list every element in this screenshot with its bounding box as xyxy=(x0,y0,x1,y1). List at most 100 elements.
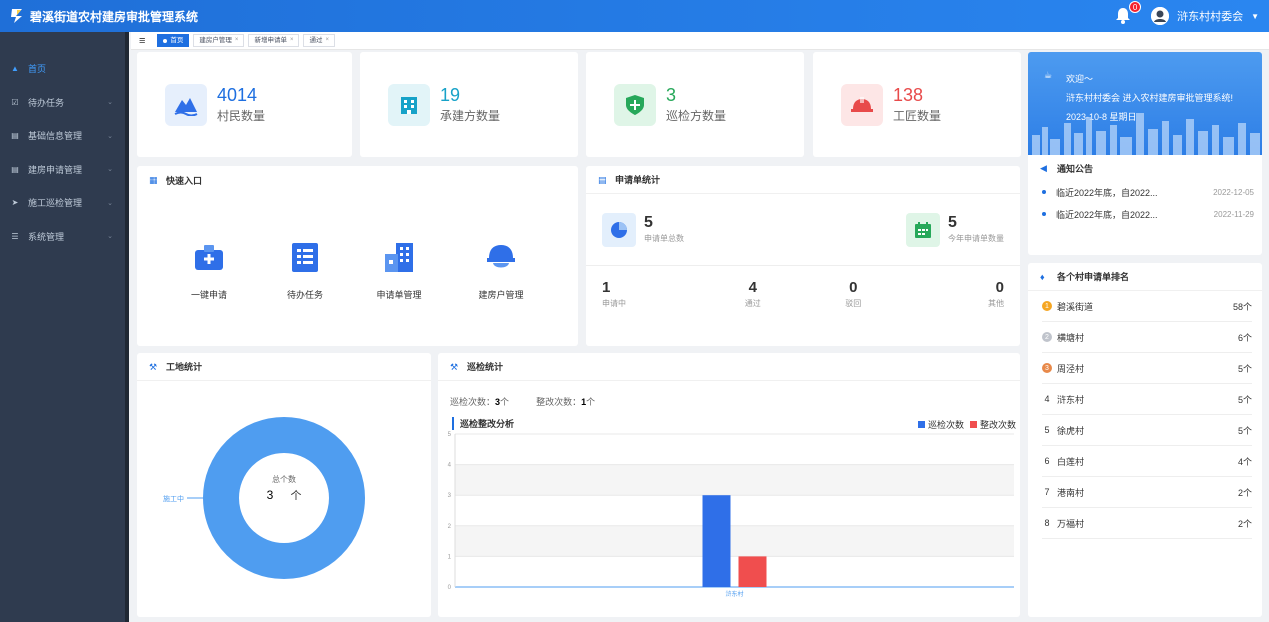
notification-bell[interactable]: 0 xyxy=(1115,1,1142,25)
quick-households-button[interactable]: 建房户管理 xyxy=(461,240,541,301)
tab-households[interactable]: 建房户管理 × xyxy=(193,34,245,47)
sidebar-item-basic-info[interactable]: ▤ 基础信息管理 ⌄ xyxy=(0,119,129,153)
card-title-text: 快速入口 xyxy=(166,175,203,186)
status-value: 1 xyxy=(602,279,611,296)
sidebar-item-applications[interactable]: ▤ 建房申请管理 ⌄ xyxy=(0,153,129,187)
card-title: ▦ 快速入口 xyxy=(137,166,578,194)
user-avatar[interactable] xyxy=(1151,7,1170,25)
rank-count: 58个 xyxy=(1232,301,1252,312)
x-tick-label: 浒东村 xyxy=(725,590,743,598)
close-icon[interactable]: × xyxy=(325,35,329,46)
rank-count: 2个 xyxy=(1237,518,1252,529)
application-stats-card: ▤ 申请单统计 5 申请单总数 5 今年申请单数量 1 申请中 4 通过 0 驳… xyxy=(586,166,1020,346)
list-icon xyxy=(292,243,318,272)
menu-toggle-icon[interactable]: ≡ xyxy=(139,35,145,47)
donut-center-label: 总个数 xyxy=(272,474,296,484)
tab-approved[interactable]: 通过 × xyxy=(303,34,335,47)
tab-new-application[interactable]: 新增申请单 × xyxy=(248,34,300,47)
bullet-icon xyxy=(1042,190,1046,194)
status-other: 0 其他 xyxy=(904,280,1004,309)
status-rejected: 0 驳回 xyxy=(803,280,904,309)
ranking-row: 7 港南村 2个 xyxy=(1042,477,1252,508)
avatar-icon xyxy=(1151,7,1170,25)
status-value: 4 xyxy=(748,279,757,296)
quick-label: 一键申请 xyxy=(190,290,227,300)
close-icon[interactable]: × xyxy=(235,35,239,46)
close-icon[interactable]: × xyxy=(290,35,294,46)
grid-band xyxy=(455,464,1014,496)
shield-icon xyxy=(614,83,656,126)
donut-slice-label: 施工中 xyxy=(163,494,184,503)
user-dropdown-icon[interactable]: ▼ xyxy=(1251,12,1259,21)
quick-tasks-button[interactable]: 待办任务 xyxy=(265,240,345,301)
doc-icon: ▤ xyxy=(11,164,19,174)
total-value: 5 xyxy=(644,214,653,231)
notice-text[interactable]: 临近2022年底，自2022... xyxy=(1056,186,1158,199)
rank-number: 6 xyxy=(1044,456,1050,466)
stat-value: 4014 xyxy=(217,85,258,105)
ranking-row: 6 白莲村 4个 xyxy=(1042,446,1252,477)
welcome-greeting: 欢迎～ xyxy=(1066,74,1094,84)
status-value: 0 xyxy=(849,279,858,296)
chevron-down-icon: ⌄ xyxy=(107,132,113,140)
sidebar: ▲ 首页 ☑ 待办任务 ⌄ ▤ 基础信息管理 ⌄ ▤ 建房申请管理 ⌄ ➤ 施工… xyxy=(0,32,129,622)
notice-card: ◀ 通知公告 临近2022年底，自2022... 2022-12-05 临近20… xyxy=(1028,155,1262,255)
sidebar-item-inspection[interactable]: ➤ 施工巡检管理 ⌄ xyxy=(0,186,129,220)
y-tick-label: 4 xyxy=(448,463,452,469)
patrol-bar-chart: 0 1 2 3 4 5 浒东村 xyxy=(448,432,1014,598)
tab-home[interactable]: 首页 xyxy=(157,34,190,47)
stat-value: 3 xyxy=(666,85,677,105)
notice-date: 2022-11-29 xyxy=(1213,209,1254,219)
quick-entry-card: ▦ 快速入口 一键申请 待办任务 申请单管理 建房户管理 xyxy=(137,166,578,346)
ranking-row: 5 徐虎村 5个 xyxy=(1042,415,1252,446)
sidebar-scrollbar[interactable] xyxy=(125,32,129,622)
rank-count: 5个 xyxy=(1237,394,1252,405)
notice-item[interactable]: 临近2022年底，自2022... 2022-12-05 xyxy=(1028,181,1262,203)
sidebar-item-label: 施工巡检管理 xyxy=(28,198,83,209)
notice-text[interactable]: 临近2022年底，自2022... xyxy=(1056,208,1158,221)
site-stats-card: ⚒ 工地统计 施工中 总个数 3 个 xyxy=(137,353,431,617)
this-year-value: 5 xyxy=(948,214,957,231)
chevron-down-icon: ⌄ xyxy=(107,99,113,107)
total-label: 申请单总数 xyxy=(644,234,684,243)
card-title-text: 工地统计 xyxy=(166,362,203,372)
quick-label: 待办任务 xyxy=(286,290,323,300)
card-title: ◀ 通知公告 xyxy=(1028,155,1262,181)
rank-name: 周泾村 xyxy=(1057,363,1085,374)
bullet-icon xyxy=(1042,212,1046,216)
donut-slice[interactable] xyxy=(203,417,365,579)
status-label: 申请中 xyxy=(602,299,626,308)
rank-name: 浒东村 xyxy=(1057,394,1085,405)
welcome-banner: ☕ 欢迎～ 浒东村村委会 进入农村建房审批管理系统! 2023-10-8 星期日 xyxy=(1028,52,1262,155)
building-icon xyxy=(385,243,413,272)
rank-number: 4 xyxy=(1044,394,1050,404)
status-approved: 4 通过 xyxy=(703,280,804,309)
notice-date: 2022-12-05 xyxy=(1213,187,1254,197)
logo-icon xyxy=(11,9,22,23)
rank-badge: 3 xyxy=(1042,363,1052,373)
sidebar-item-tasks[interactable]: ☑ 待办任务 ⌄ xyxy=(0,86,129,120)
notice-item[interactable]: 临近2022年底，自2022... 2022-11-29 xyxy=(1028,203,1262,225)
tab-label: 首页 xyxy=(170,37,184,44)
home-icon: ▲ xyxy=(11,64,19,74)
sidebar-item-label: 基础信息管理 xyxy=(28,131,83,142)
task-icon: ☑ xyxy=(11,97,19,107)
tabs-bar: ≡ 首页 建房户管理 × 新增申请单 × 通过 × xyxy=(131,32,1269,50)
sidebar-item-system[interactable]: ☰ 系统管理 ⌄ xyxy=(0,220,129,254)
user-name[interactable]: 浒东村村委会 xyxy=(1177,8,1243,24)
tab-label: 建房户管理 xyxy=(199,37,232,44)
y-tick-label: 0 xyxy=(448,585,452,591)
quick-applications-button[interactable]: 申请单管理 xyxy=(359,240,439,301)
tab-label: 新增申请单 xyxy=(254,37,287,44)
quick-label: 建房户管理 xyxy=(478,290,524,300)
bar-patrol[interactable] xyxy=(702,495,731,587)
rank-number: 7 xyxy=(1044,487,1050,497)
app-title: 碧溪街道农村建房审批管理系统 xyxy=(30,9,199,24)
rank-number: 8 xyxy=(1044,518,1050,528)
y-tick-label: 5 xyxy=(448,432,452,438)
bar-rectify[interactable] xyxy=(738,556,767,587)
sidebar-item-home[interactable]: ▲ 首页 xyxy=(0,52,129,86)
rank-name: 万福村 xyxy=(1057,518,1085,529)
quick-apply-button[interactable]: 一键申请 xyxy=(169,240,249,301)
stat-card-villagers: 4014 村民数量 xyxy=(137,52,352,157)
